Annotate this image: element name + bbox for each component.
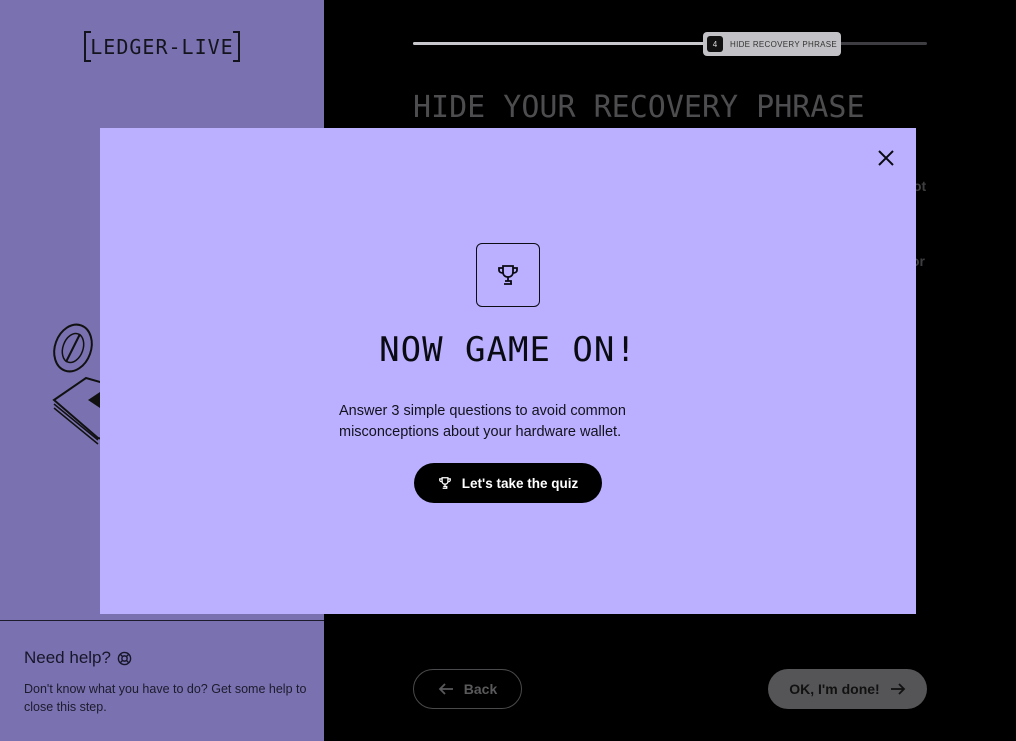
modal-title: NOW GAME ON! xyxy=(379,330,637,370)
help-divider xyxy=(0,620,324,621)
close-button[interactable] xyxy=(874,146,898,170)
logo-bracket-right xyxy=(233,31,240,62)
lifebuoy-icon xyxy=(117,651,132,665)
need-help-label: Need help? xyxy=(24,648,111,667)
current-step-badge: 4 HIDE RECOVERY PHRASE xyxy=(703,32,842,56)
arrow-left-icon xyxy=(438,683,453,695)
take-quiz-button[interactable]: Let's take the quiz xyxy=(414,463,602,503)
back-button[interactable]: Back xyxy=(413,669,522,709)
logo-text: LEDGER-LIVE xyxy=(90,35,234,59)
done-label: OK, I'm done! xyxy=(789,681,880,697)
back-label: Back xyxy=(463,681,498,697)
progress-fill xyxy=(413,42,706,45)
close-icon xyxy=(878,150,894,166)
need-help-text[interactable]: Don't know what you have to do? Get some… xyxy=(24,680,309,716)
step-number: 4 xyxy=(707,36,723,52)
take-quiz-label: Let's take the quiz xyxy=(461,475,579,491)
trophy-badge xyxy=(476,243,540,307)
trophy-icon xyxy=(498,265,518,285)
need-help-heading[interactable]: Need help? xyxy=(24,648,132,668)
quiz-modal: NOW GAME ON! Answer 3 simple questions t… xyxy=(100,128,916,614)
trophy-icon xyxy=(438,477,451,489)
logo-bracket-left xyxy=(84,31,91,62)
done-button[interactable]: OK, I'm done! xyxy=(768,669,927,709)
page-title: HIDE YOUR RECOVERY PHRASE xyxy=(413,90,865,125)
modal-description: Answer 3 simple questions to avoid commo… xyxy=(339,403,626,440)
arrow-right-icon xyxy=(890,683,905,695)
step-label: HIDE RECOVERY PHRASE xyxy=(730,39,838,49)
ledger-live-logo: LEDGER-LIVE xyxy=(84,31,240,63)
